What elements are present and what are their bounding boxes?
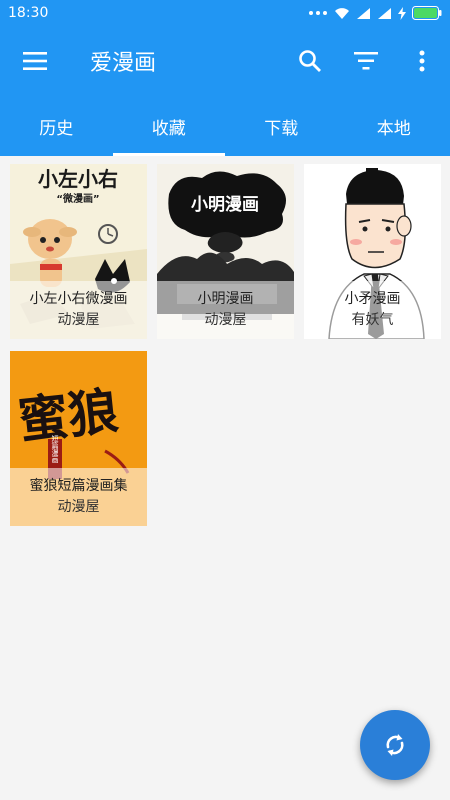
wifi-icon [334, 7, 350, 20]
cover-title-text: 蜜狼 [15, 382, 121, 450]
search-button[interactable] [282, 26, 338, 96]
filter-button[interactable] [338, 26, 394, 96]
comic-title: 小矛漫画 [344, 291, 401, 307]
more-button[interactable] [394, 26, 450, 96]
comic-title: 小明漫画 [197, 291, 254, 307]
cover-title-text: 小明漫画 [191, 194, 259, 215]
comic-source: 动漫屋 [57, 312, 100, 328]
app-actions [282, 26, 450, 96]
signal-icon [356, 7, 371, 20]
comic-title: 蜜狼短篇漫画集 [29, 478, 128, 494]
tab-local[interactable]: 本地 [338, 96, 450, 156]
tab-bar: 历史 收藏 下载 本地 [0, 96, 450, 156]
sync-icon [386, 734, 404, 756]
cover-subtitle-text: “微漫画” [56, 192, 99, 205]
card-caption: 小明漫画 动漫屋 [157, 281, 294, 339]
comic-source: 动漫屋 [57, 499, 100, 515]
tab-label: 收藏 [151, 118, 186, 139]
battery-icon [412, 6, 442, 20]
tab-favorites[interactable]: 收藏 [112, 96, 226, 156]
cover-subtitle-text: 短篇漫画 [51, 434, 59, 464]
tab-label: 本地 [376, 118, 411, 139]
signal-icon-2 [377, 7, 392, 20]
tab-label: 下载 [264, 118, 299, 139]
card-caption: 小左小右微漫画 动漫屋 [10, 281, 147, 339]
charging-icon [398, 6, 406, 20]
comic-card[interactable]: 小矛漫画 有妖气 [304, 164, 441, 339]
card-caption: 小矛漫画 有妖气 [304, 281, 441, 339]
filter-icon [354, 52, 378, 70]
app-title: 爱漫画 [90, 51, 157, 76]
status-time: 18:30 [8, 5, 49, 21]
menu-button[interactable] [0, 26, 70, 96]
status-bar: 18:30 [0, 0, 450, 26]
comic-source: 有妖气 [351, 312, 394, 328]
app-bar: 爱漫画 [0, 26, 450, 96]
comic-card[interactable]: 小左小右 “微漫画” 小左小右微漫画 动漫屋 [10, 164, 147, 339]
sync-fab-button[interactable] [360, 710, 430, 780]
comic-grid: 小左小右 “微漫画” 小左小右微漫画 动漫屋 小明漫画 小明漫画 动漫屋 小矛漫… [0, 156, 450, 800]
more-vert-icon [419, 50, 425, 72]
dots-icon [308, 10, 328, 16]
comic-title: 小左小右微漫画 [29, 291, 128, 307]
comic-card[interactable]: 蜜狼 短篇漫画 蜜狼短篇漫画集 动漫屋 [10, 351, 147, 526]
cover-title-text: 小左小右 [38, 167, 118, 191]
comic-card[interactable]: 小明漫画 小明漫画 动漫屋 [157, 164, 294, 339]
status-icons [308, 6, 442, 20]
tab-history[interactable]: 历史 [0, 96, 113, 156]
tab-downloads[interactable]: 下载 [225, 96, 338, 156]
menu-icon [23, 52, 47, 70]
comic-source: 动漫屋 [204, 312, 247, 328]
search-icon [299, 50, 321, 72]
tab-label: 历史 [39, 118, 74, 139]
card-caption: 蜜狼短篇漫画集 动漫屋 [10, 468, 147, 526]
